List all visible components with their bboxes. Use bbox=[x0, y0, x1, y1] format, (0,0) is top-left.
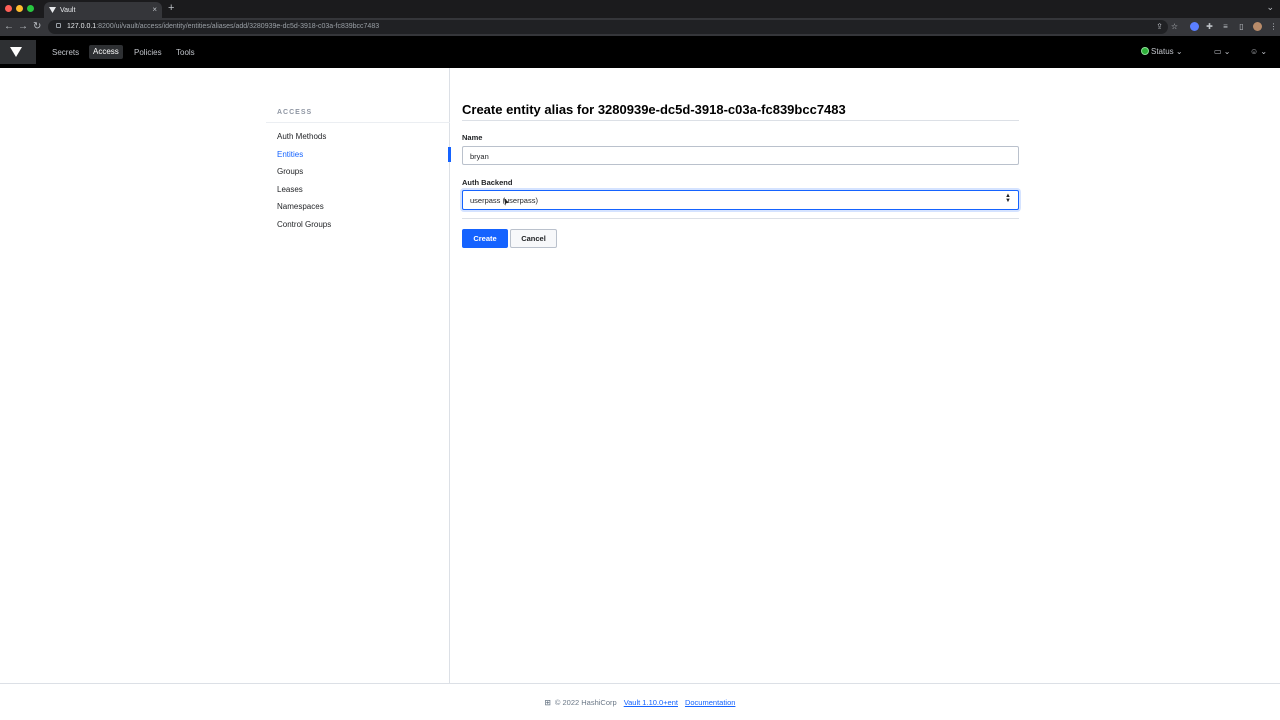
status-ok-icon bbox=[1141, 47, 1149, 55]
browser-toolbar: ← → ↻ 127.0.0.1:8200/ui/vault/access/ide… bbox=[0, 18, 1280, 36]
forward-arrow-icon[interactable]: → bbox=[18, 21, 28, 32]
browser-menu-icon[interactable]: ⋮ bbox=[1269, 22, 1278, 31]
footer-docs-link[interactable]: Documentation bbox=[685, 698, 735, 707]
page-footer: ⊞ © 2022 HashiCorp Vault 1.10.0+ent Documen… bbox=[0, 698, 1280, 707]
reload-icon[interactable]: ↻ bbox=[33, 21, 41, 32]
sidebar-heading: ACCESS bbox=[277, 109, 313, 116]
puzzle-icon[interactable]: ✚ bbox=[1205, 22, 1214, 31]
vault-favicon-icon bbox=[49, 7, 56, 13]
tab-search-icon[interactable]: ⌄ bbox=[1266, 2, 1274, 13]
extension-icon[interactable] bbox=[1190, 22, 1199, 31]
nav-policies[interactable]: Policies bbox=[130, 46, 166, 59]
bookmark-star-icon[interactable]: ☆ bbox=[1170, 22, 1179, 31]
access-sidebar: ACCESS Auth Methods Entities Groups Leas… bbox=[0, 68, 451, 683]
chevron-down-icon: ⌄ bbox=[1175, 47, 1183, 56]
footer-copyright: © 2022 HashiCorp bbox=[554, 698, 617, 707]
url-host: 127.0.0.1 bbox=[67, 23, 97, 30]
browser-tab-bar: Vault × + ⌄ bbox=[0, 0, 1280, 18]
browser-tab[interactable]: Vault × bbox=[44, 2, 162, 18]
nav-secrets[interactable]: Secrets bbox=[48, 46, 83, 59]
sidebar-item-entities[interactable]: Entities bbox=[277, 149, 303, 161]
window-maximize-button[interactable] bbox=[27, 5, 34, 12]
sidebar-item-auth-methods[interactable]: Auth Methods bbox=[277, 131, 326, 143]
sidebar-active-indicator bbox=[448, 147, 451, 162]
status-menu[interactable]: Status ⌄ bbox=[1141, 46, 1183, 58]
name-field[interactable]: bryan bbox=[462, 146, 1019, 165]
vault-top-nav: Secrets Access Policies Tools Status ⌄ ▭… bbox=[0, 36, 1280, 68]
nav-access[interactable]: Access bbox=[89, 45, 123, 59]
window-minimize-button[interactable] bbox=[16, 5, 23, 12]
url-path: :8200/ui/vault/access/identity/entities/… bbox=[96, 23, 380, 30]
sidebar-item-control-groups[interactable]: Control Groups bbox=[277, 219, 331, 231]
footer-divider bbox=[0, 683, 1280, 684]
title-divider bbox=[462, 120, 1019, 121]
auth-backend-select[interactable]: userpass (userpass) ▲ ▼ bbox=[462, 190, 1019, 210]
auth-backend-value: userpass (userpass) bbox=[470, 196, 538, 205]
status-label: Status bbox=[1151, 47, 1174, 56]
form-divider bbox=[462, 218, 1019, 219]
page-title: Create entity alias for 3280939e-dc5d-39… bbox=[462, 102, 846, 117]
address-bar[interactable]: 127.0.0.1:8200/ui/vault/access/identity/… bbox=[48, 20, 1168, 34]
back-arrow-icon[interactable]: ← bbox=[4, 21, 14, 32]
reading-list-icon[interactable]: ≡ bbox=[1221, 22, 1230, 31]
console-icon[interactable]: ▭ ⌄ bbox=[1214, 46, 1230, 58]
cancel-button[interactable]: Cancel bbox=[510, 229, 557, 248]
profile-avatar[interactable] bbox=[1253, 22, 1262, 31]
sidebar-item-groups[interactable]: Groups bbox=[277, 166, 303, 178]
window-close-button[interactable] bbox=[5, 5, 12, 12]
sidebar-item-leases[interactable]: Leases bbox=[277, 184, 303, 196]
nav-tools[interactable]: Tools bbox=[172, 46, 199, 59]
name-label: Name bbox=[462, 133, 483, 142]
sidebar-item-namespaces[interactable]: Namespaces bbox=[277, 201, 324, 213]
share-icon[interactable]: ⇪ bbox=[1155, 22, 1164, 31]
sidebar-divider bbox=[266, 122, 450, 123]
select-arrows-icon: ▲ ▼ bbox=[1005, 193, 1011, 204]
footer-version-link[interactable]: Vault 1.10.0+ent bbox=[624, 698, 678, 707]
site-info-icon[interactable] bbox=[56, 23, 61, 28]
side-panel-icon[interactable]: ▯ bbox=[1237, 22, 1246, 31]
browser-tab-title: Vault bbox=[60, 7, 76, 14]
auth-backend-label: Auth Backend bbox=[462, 178, 513, 187]
tab-close-icon[interactable]: × bbox=[152, 5, 157, 14]
user-menu-icon[interactable]: ☺ ⌄ bbox=[1250, 46, 1267, 58]
vault-logo[interactable] bbox=[0, 40, 36, 64]
create-button[interactable]: Create bbox=[462, 229, 508, 248]
vault-logo-icon bbox=[10, 47, 22, 57]
hashicorp-logo-icon: ⊞ bbox=[544, 698, 551, 707]
new-tab-button[interactable]: + bbox=[168, 2, 174, 14]
